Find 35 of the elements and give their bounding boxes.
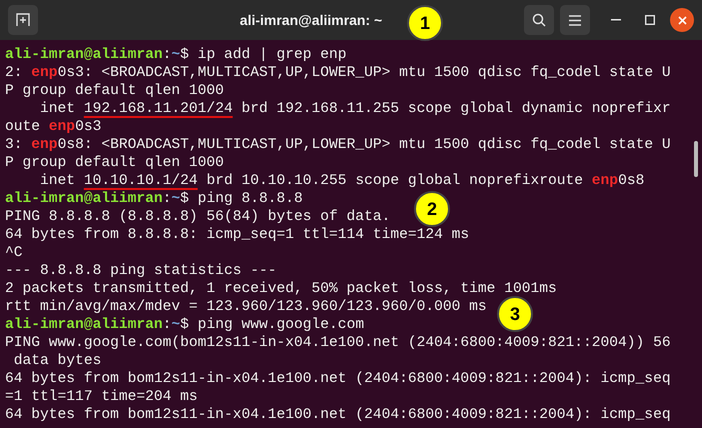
terminal-line: 64 bytes from bom12s11-in-x04.1e100.net (2404:6800:4009:821::2004): icmp_seq [5,406,671,424]
menu-icon [569,14,581,26]
search-icon [532,13,546,27]
minimize-icon [611,19,621,21]
maximize-icon [645,15,655,25]
callout-badge: 2 [414,191,450,227]
terminal-line: =1 ttl=117 time=204 ms [5,388,198,406]
terminal-line: ali-imran@aliimran:~$ ping www.google.com [5,316,364,334]
callout-badge: 3 [497,296,533,332]
terminal-line: oute enp0s3 [5,118,102,136]
terminal-line: inet 10.10.10.1/24 brd 10.10.10.255 scope global noprefixroute enp0s8 [39,172,644,190]
search-button[interactable] [524,5,554,35]
terminal-line: 64 bytes from bom12s11-in-x04.1e100.net (2404:6800:4009:821::2004): icmp_seq [5,370,671,388]
menu-button[interactable] [560,5,590,35]
terminal-line: --- 8.8.8.8 ping statistics --- [5,262,276,280]
close-icon [678,16,686,24]
terminal-line: ^C [5,244,23,262]
terminal-line: PING 8.8.8.8 (8.8.8.8) 56(84) bytes of data. [5,208,390,226]
terminal-line: P group default qlen 1000 [5,82,224,100]
terminal-line: 2: enp0s3: <BROADCAST,MULTICAST,UP,LOWER_UP> mtu 1500 qdisc fq_codel state U [5,64,671,82]
terminal-line: 64 bytes from 8.8.8.8: icmp_seq=1 ttl=114 time=124 ms [5,226,470,244]
new-tab-icon [16,13,30,27]
scrollbar-thumb[interactable] [694,141,698,177]
window-title: ali-imran@aliimran: ~ [240,10,382,30]
terminal-line: 2 packets transmitted, 1 received, 50% packet loss, time 1001ms [5,280,557,298]
terminal-line: data bytes [12,352,102,370]
terminal-line: ali-imran@aliimran:~$ ping 8.8.8.8 [5,190,303,208]
close-button[interactable] [670,8,694,32]
terminal-line: 3: enp0s8: <BROADCAST,MULTICAST,UP,LOWER_UP> mtu 1500 qdisc fq_codel state U [5,136,671,154]
terminal-line: rtt min/avg/max/mdev = 123.960/123.960/123.960/0.000 ms [5,298,487,316]
terminal-line: ali-imran@aliimran:~$ ip add | grep enp [5,46,347,64]
terminal-line: inet 192.168.11.201/24 brd 192.168.11.255 scope global dynamic noprefixr [39,100,671,118]
terminal-line: PING www.google.com(bom12s11-in-x04.1e100.net (2404:6800:4009:821::2004)) 56 [5,334,671,352]
terminal-line: P group default qlen 1000 [5,154,224,172]
new-tab-button[interactable] [8,5,38,35]
